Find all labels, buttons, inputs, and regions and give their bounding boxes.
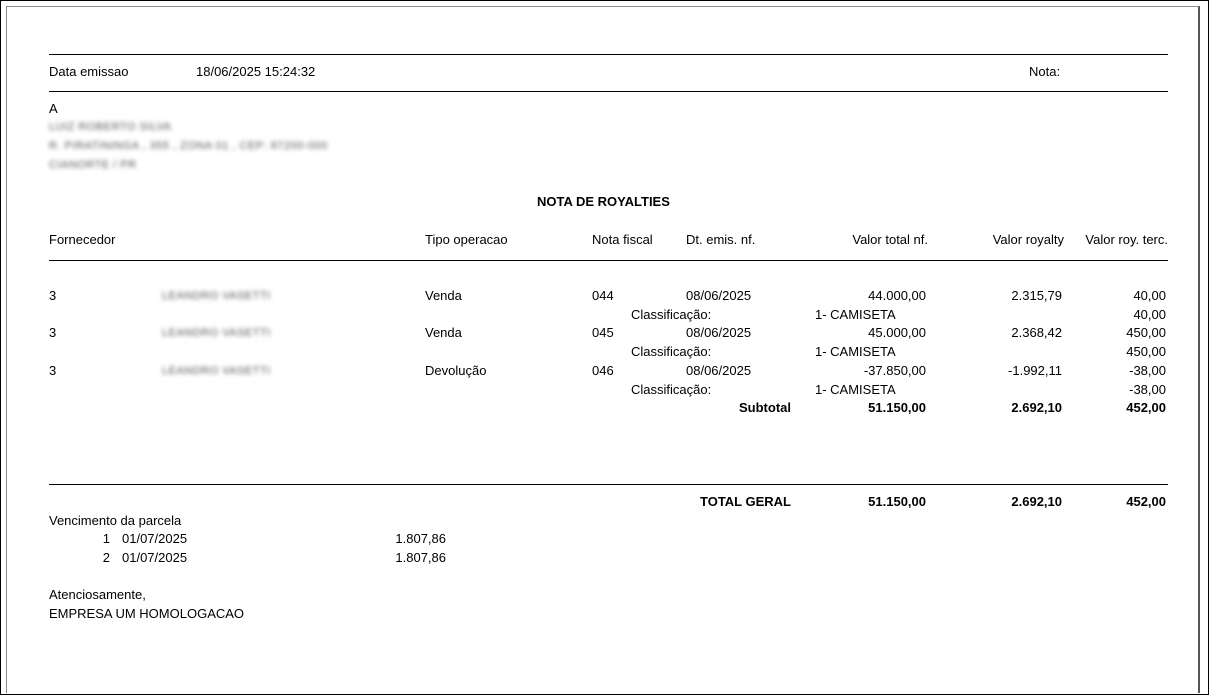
row-supplier-name: LEANDRO VASETTI	[162, 365, 271, 377]
row-tipo: Devolução	[425, 363, 487, 378]
row-tipo: Venda	[425, 288, 462, 303]
col-nota-fiscal: Nota fiscal	[592, 232, 653, 247]
row-code: 3	[49, 363, 57, 378]
closing-regards: Atenciosamente,	[49, 587, 146, 602]
row-class-label: Classificação:	[631, 307, 712, 322]
row-nota: 046	[592, 363, 614, 378]
grand-total-terc: 452,00	[1126, 494, 1166, 509]
col-fornecedor: Fornecedor	[49, 232, 116, 247]
recipient-name: LUIZ ROBERTO SILVA	[49, 121, 172, 133]
emission-value: 18/06/2025 15:24:32	[196, 64, 316, 79]
header-top-rule	[49, 54, 1168, 55]
row-total: 44.000,00	[868, 288, 926, 303]
row-class-terc: 450,00	[1126, 344, 1166, 359]
col-tipo-operacao: Tipo operacao	[425, 232, 508, 247]
report-page	[6, 6, 1200, 693]
row-code: 3	[49, 325, 57, 340]
closing-company: EMPRESA UM HOMOLOGACAO	[49, 606, 245, 621]
subtotal-label: Subtotal	[739, 400, 791, 415]
row-class-value: 1- CAMISETA	[815, 307, 896, 322]
installment-date: 01/07/2025	[122, 550, 188, 565]
row-code: 3	[49, 288, 57, 303]
row-terc: 40,00	[1133, 288, 1166, 303]
row-royalty: 2.315,79	[1011, 288, 1062, 303]
recipient-city: CIANORTE / PR	[49, 159, 137, 171]
installment-value: 1.807,86	[395, 531, 446, 546]
row-class-terc: 40,00	[1133, 307, 1166, 322]
row-dt: 08/06/2025	[686, 325, 752, 340]
installment-number: 1	[102, 531, 110, 546]
row-class-label: Classificação:	[631, 382, 712, 397]
report-title: NOTA DE ROYALTIES	[537, 194, 670, 209]
col-dt-emis: Dt. emis. nf.	[686, 232, 756, 247]
row-total: -37.850,00	[863, 363, 926, 378]
row-tipo: Venda	[425, 325, 462, 340]
row-class-value: 1- CAMISETA	[815, 382, 896, 397]
total-rule	[49, 484, 1168, 485]
row-class-value: 1- CAMISETA	[815, 344, 896, 359]
row-supplier-name: LEANDRO VASETTI	[162, 327, 271, 339]
grand-total-label: TOTAL GERAL	[700, 494, 791, 509]
row-supplier-name: LEANDRO VASETTI	[162, 290, 271, 302]
row-dt: 08/06/2025	[686, 363, 752, 378]
row-nota: 044	[592, 288, 614, 303]
recipient-salutation: A	[49, 101, 58, 116]
emission-label: Data emissao	[49, 64, 129, 79]
row-class-terc: -38,00	[1129, 382, 1166, 397]
row-total: 45.000,00	[868, 325, 926, 340]
columns-rule	[49, 260, 1168, 261]
col-valor-royalty: Valor royalty	[992, 232, 1064, 247]
installment-date: 01/07/2025	[122, 531, 188, 546]
installment-value: 1.807,86	[395, 550, 446, 565]
installments-label: Vencimento da parcela	[49, 513, 182, 528]
row-terc: -38,00	[1129, 363, 1166, 378]
row-class-label: Classificação:	[631, 344, 712, 359]
header-bottom-rule	[49, 91, 1168, 92]
subtotal-terc: 452,00	[1126, 400, 1166, 415]
row-royalty: -1.992,11	[1008, 363, 1062, 378]
col-valor-total: Valor total nf.	[852, 232, 928, 247]
row-nota: 045	[592, 325, 614, 340]
recipient-address: R. PIRATININGA , 355 , ZONA 01 , CEP: 87…	[49, 140, 328, 152]
nota-label: Nota:	[1029, 64, 1061, 79]
row-dt: 08/06/2025	[686, 288, 752, 303]
grand-total-total: 51.150,00	[868, 494, 926, 509]
grand-total-royalty: 2.692,10	[1011, 494, 1062, 509]
row-terc: 450,00	[1126, 325, 1166, 340]
row-royalty: 2.368,42	[1011, 325, 1062, 340]
subtotal-royalty: 2.692,10	[1011, 400, 1062, 415]
col-valor-terc: Valor roy. terc.	[1085, 232, 1168, 247]
installment-number: 2	[102, 550, 110, 565]
subtotal-total: 51.150,00	[868, 400, 926, 415]
